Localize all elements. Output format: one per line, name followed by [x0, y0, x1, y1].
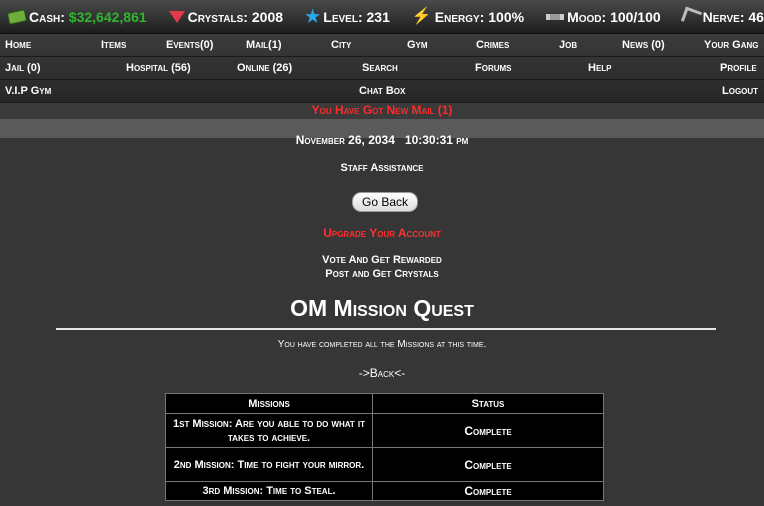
crystal-icon [168, 10, 185, 23]
mission-cell: 3rd Mission: Time to Steal. [165, 481, 373, 501]
post-crystals-link[interactable]: Post and Get Crystals [0, 268, 764, 280]
table-row: 1st Mission: Are you able to do what it … [165, 413, 604, 448]
energy-stat: ⚡ Energy: 100% [411, 7, 525, 25]
nav-mail[interactable]: Mail(1) [246, 39, 282, 51]
level-value: 231 [366, 8, 390, 25]
upgrade-account-link[interactable]: Upgrade Your Account [0, 226, 764, 240]
nav-items[interactable]: Items [101, 39, 126, 51]
dumbbell-icon [546, 13, 565, 20]
nav-search[interactable]: Search [362, 62, 398, 74]
stats-bar: Cash: $32,642,861 Crystals: 2008 ★ Level… [0, 0, 764, 34]
nav-city[interactable]: City [331, 39, 351, 51]
mood-value: 100/100 [610, 8, 661, 25]
nav-logout[interactable]: Logout [722, 85, 758, 97]
crystals-stat: Crystals: 2008 [168, 8, 284, 25]
status-header: Status [372, 393, 604, 414]
cash-value: $32,642,861 [68, 8, 147, 25]
status-cell: Complete [372, 481, 604, 501]
energy-value: 100% [488, 8, 525, 25]
nav-jail[interactable]: Jail (0) [5, 62, 41, 74]
nav-forums[interactable]: Forums [475, 62, 512, 74]
nav-row-2: Jail (0) Hospital (56) Online (26) Searc… [0, 57, 764, 80]
crystals-label: Crystals: [187, 8, 248, 25]
nav-events[interactable]: Events(0) [166, 39, 213, 51]
nav-help[interactable]: Help [588, 62, 612, 74]
mood-label: Mood: [567, 8, 607, 25]
table-row: 3rd Mission: Time to Steal. Complete [165, 481, 604, 501]
missions-header: Missions [165, 393, 373, 414]
missions-table: Missions Status 1st Mission: Are you abl… [165, 393, 604, 501]
gun-icon [680, 6, 702, 27]
completed-message: You have completed all the Missions at t… [277, 339, 487, 350]
table-row: 2nd Mission: Time to fight your mirror. … [165, 447, 604, 482]
title-divider [56, 328, 716, 330]
nav-gym[interactable]: Gym [407, 39, 428, 51]
main-navigation: Home Items Events(0) Mail(1) City Gym Cr… [0, 34, 764, 103]
crystals-value: 2008 [251, 8, 284, 25]
star-icon: ★ [305, 6, 321, 26]
nav-vip-gym[interactable]: V.I.P Gym [5, 85, 51, 97]
energy-label: Energy: [434, 8, 485, 25]
nav-news[interactable]: News (0) [622, 39, 665, 51]
mission-cell: 1st Mission: Are you able to do what it … [165, 413, 373, 448]
vote-link[interactable]: Vote And Get Rewarded [0, 254, 764, 266]
cash-icon [6, 8, 28, 25]
mission-cell: 2nd Mission: Time to fight your mirror. [165, 447, 373, 482]
cash-label: Cash: [29, 8, 65, 25]
nav-row-1: Home Items Events(0) Mail(1) City Gym Cr… [0, 34, 764, 57]
go-back-button[interactable]: Go Back [352, 192, 418, 212]
table-header-row: Missions Status [165, 393, 604, 414]
date-time: November 26, 2034 10:30:31 pm [295, 133, 469, 147]
status-cell: Complete [372, 413, 604, 448]
level-label: Level: [323, 8, 363, 25]
mood-stat: Mood: 100/100 [546, 9, 661, 25]
staff-assistance-link[interactable]: Staff Assistance [0, 162, 764, 174]
nav-home[interactable]: Home [5, 39, 31, 51]
nerve-value: 465/465 [748, 8, 764, 25]
lightning-icon: ⚡ [411, 7, 432, 25]
nav-online[interactable]: Online (26) [237, 62, 292, 74]
status-cell: Complete [372, 447, 604, 482]
page-title: OM Mission Quest [290, 295, 474, 321]
back-link[interactable]: ->Back<- [0, 366, 764, 380]
nav-hospital[interactable]: Hospital (56) [126, 62, 191, 74]
nav-chat-box[interactable]: Chat Box [359, 85, 405, 97]
cash-stat: Cash: $32,642,861 [6, 8, 147, 25]
nav-job[interactable]: Job [559, 39, 577, 51]
nav-crimes[interactable]: Crimes [476, 39, 509, 51]
level-stat: ★ Level: 231 [305, 6, 390, 26]
new-mail-notice[interactable]: You Have Got New Mail (1) [0, 103, 764, 119]
nav-your-gang[interactable]: Your Gang [704, 39, 759, 51]
nav-row-3: V.I.P Gym Chat Box Logout [0, 80, 764, 103]
nerve-stat: Nerve: 465/465 [680, 6, 764, 27]
nav-profile[interactable]: Profile [720, 62, 757, 74]
nerve-label: Nerve: [702, 8, 745, 25]
